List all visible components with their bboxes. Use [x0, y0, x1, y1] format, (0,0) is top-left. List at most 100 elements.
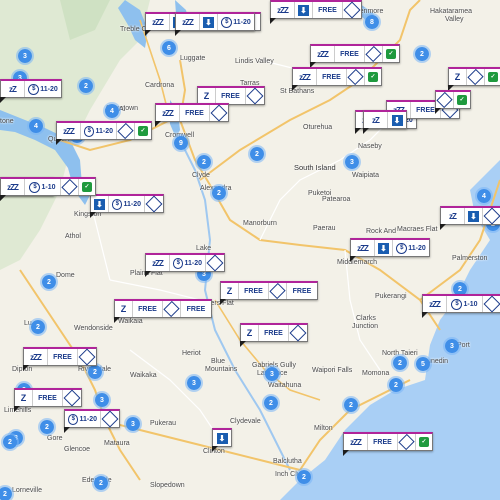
sleep-icon: Z	[449, 69, 467, 85]
dollar-icon: $	[221, 16, 233, 28]
cluster-marker[interactable]: 4	[27, 117, 45, 135]
free-badge: FREE	[317, 69, 347, 85]
campsite-card[interactable]: zZZ ⬇ FREE	[270, 0, 362, 24]
cluster-marker[interactable]: 4	[103, 102, 121, 120]
diamond-icon	[163, 300, 180, 318]
sleep-label: zZZ	[152, 17, 164, 27]
free-badge: FREE	[216, 88, 246, 104]
sleep-icon: Z	[198, 88, 216, 104]
fee-badge: $1-10	[447, 296, 483, 312]
campsite-card[interactable]: ⬇	[212, 428, 232, 452]
campsite-card[interactable]: zZZ FREE	[155, 103, 229, 127]
dollar-icon: $	[28, 83, 40, 95]
campsite-card[interactable]: Z ✓	[448, 67, 500, 91]
cluster-marker[interactable]: 3	[443, 337, 461, 355]
campsite-card[interactable]: zZZ FREE ✓	[292, 67, 382, 91]
sleep-icon: zZZ	[146, 255, 170, 271]
cluster-marker[interactable]: 9	[172, 134, 190, 152]
cluster-marker[interactable]: 3	[124, 415, 142, 433]
campsite-card[interactable]: zZZ ⬇ $11-20	[175, 12, 255, 36]
campsite-card[interactable]: Z FREE	[14, 388, 82, 412]
cluster-marker[interactable]: 2	[29, 318, 47, 336]
sleep-icon: Z	[241, 325, 259, 341]
certified-icon: ✓	[454, 92, 470, 108]
sleep-icon: zZZ	[156, 105, 180, 121]
cluster-marker[interactable]: 3	[263, 365, 281, 383]
cluster-marker[interactable]: 2	[262, 394, 280, 412]
sleep-icon: zZZ	[176, 14, 200, 30]
free-badge: FREE	[180, 105, 210, 121]
dollar-icon: $	[396, 242, 408, 254]
map-canvas[interactable]: Benmore Treble Cone Hakataramea Valley L…	[0, 0, 500, 500]
check-icon: ✓	[457, 95, 467, 105]
cluster-marker[interactable]: 3	[343, 153, 361, 171]
campsite-card[interactable]: zZZ ⬇ $11-20	[350, 238, 430, 262]
fee-range: 11-20	[40, 85, 58, 93]
diamond-icon	[246, 87, 264, 105]
free-label: FREE	[38, 394, 57, 402]
cluster-marker[interactable]: 2	[295, 468, 313, 486]
cluster-marker[interactable]: 2	[413, 45, 431, 63]
cluster-marker[interactable]: 3	[93, 391, 111, 409]
certified-icon: ✓	[416, 434, 432, 450]
cluster-marker[interactable]: 2	[40, 273, 58, 291]
campsite-card[interactable]: $11-20	[64, 409, 120, 433]
campsite-card[interactable]: zZZ FREE	[23, 347, 97, 371]
cluster-marker[interactable]: 3	[185, 374, 203, 392]
free-label: FREE	[318, 6, 337, 14]
free-label: FREE	[185, 109, 204, 117]
dollar-icon: $	[112, 198, 123, 210]
cluster-marker[interactable]: 5	[414, 355, 432, 373]
cluster-marker[interactable]: 2	[0, 485, 14, 500]
campsite-card[interactable]: zZZ $1-10 ✓	[0, 177, 96, 201]
road-sign-icon	[365, 45, 383, 63]
cluster-marker[interactable]: 6	[160, 39, 178, 57]
dump-station-glyph: ⬇	[378, 242, 389, 254]
free-label: FREE	[244, 287, 263, 295]
cluster-marker[interactable]: 8	[363, 13, 381, 31]
cluster-marker[interactable]: 2	[1, 433, 19, 451]
campsite-card[interactable]: Z FREE FREE	[220, 281, 318, 305]
campsite-card[interactable]: zZZ $1-10	[422, 294, 500, 318]
fee-range: 11-20	[123, 200, 141, 208]
campsite-card[interactable]: zZZ FREE ✓	[310, 44, 400, 68]
road-sign-icon	[347, 68, 365, 86]
campsite-card[interactable]: zZ ⬇	[440, 206, 500, 230]
cluster-marker[interactable]: 2	[92, 474, 110, 492]
fee-badge: $11-20	[81, 123, 117, 139]
free-label: FREE	[292, 287, 312, 295]
cluster-marker[interactable]: 2	[387, 376, 405, 394]
cluster-marker[interactable]: 2	[391, 354, 409, 372]
sleep-icon: zZZ	[24, 349, 48, 365]
cluster-marker[interactable]: 2	[195, 153, 213, 171]
road-sign-icon	[117, 122, 135, 140]
cluster-marker[interactable]: 2	[210, 184, 228, 202]
campsite-card[interactable]: zZZ $11-20 ✓	[56, 121, 152, 145]
campsite-card[interactable]: Z FREE FREE	[114, 299, 212, 323]
campsite-card[interactable]: ✓	[435, 90, 471, 114]
cluster-marker[interactable]: 3	[16, 47, 34, 65]
campsite-card[interactable]: zZ $11-20	[0, 79, 62, 103]
free-label: FREE	[416, 106, 435, 114]
cluster-marker[interactable]: 2	[342, 396, 360, 414]
cluster-marker[interactable]: 4	[475, 187, 493, 205]
cluster-marker[interactable]: 2	[38, 418, 56, 436]
free-badge: FREE	[48, 349, 78, 365]
dump-station-glyph: ⬇	[298, 4, 309, 16]
campsite-card[interactable]: ⬇ $11-20	[90, 194, 164, 218]
sleep-label: zZ	[372, 115, 380, 125]
road-sign-icon	[436, 91, 454, 109]
dump-station-glyph: ⬇	[216, 432, 228, 444]
diamond-icon	[101, 410, 119, 428]
road-sign-icon	[163, 300, 181, 318]
free-badge: FREE	[287, 283, 317, 299]
campsite-card[interactable]: zZZ $11-20	[145, 253, 225, 277]
campsite-card[interactable]: zZZ FREE ✓	[343, 432, 433, 456]
cluster-marker[interactable]: 2	[248, 145, 266, 163]
campsite-card[interactable]: Z FREE	[240, 323, 308, 347]
diamond-icon	[343, 1, 361, 19]
sleep-label: zZZ	[152, 258, 164, 268]
cluster-marker[interactable]: 2	[77, 77, 95, 95]
certified-icon: ✓	[485, 69, 500, 85]
campsite-card[interactable]: zZ ⬇	[363, 110, 407, 134]
